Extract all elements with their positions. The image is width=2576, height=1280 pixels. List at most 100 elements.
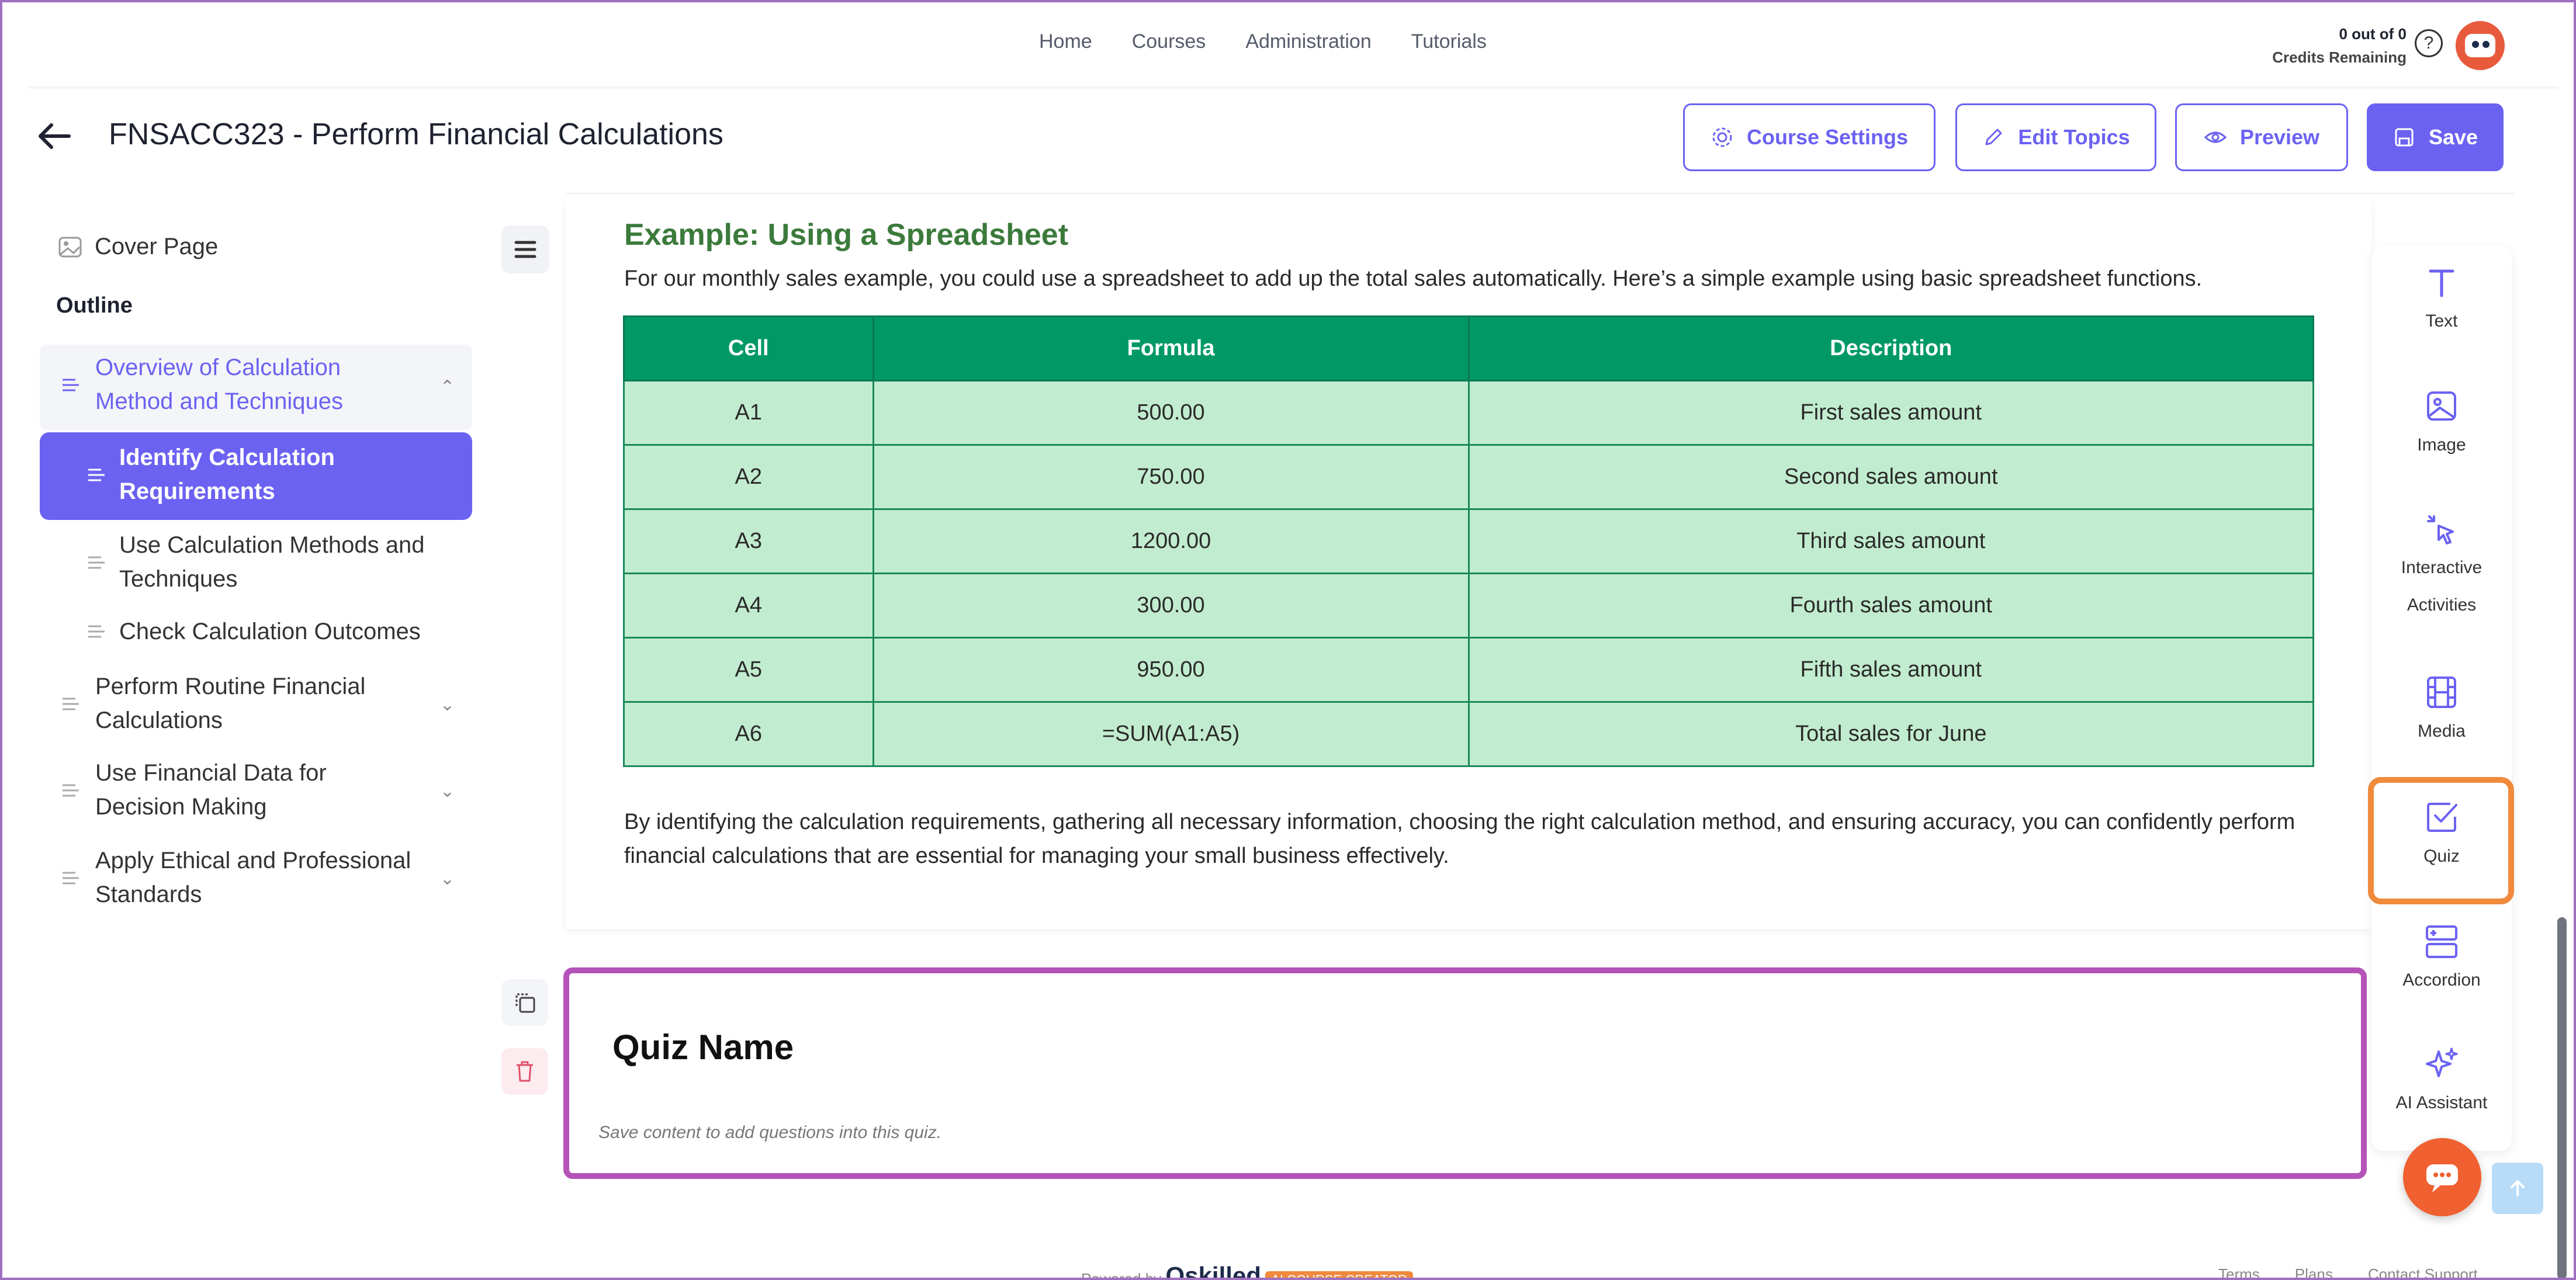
powered-by-text: Powered by [1081, 1270, 1162, 1280]
table-cell: Third sales amount [1467, 508, 2315, 574]
drag-handle-icon [63, 872, 79, 884]
table-cell: 950.00 [872, 637, 1470, 703]
save-disk-icon [2395, 128, 2414, 147]
scroll-to-top-button[interactable] [2492, 1163, 2543, 1214]
example-paragraph: For our monthly sales example, you could… [624, 266, 2203, 291]
drag-handle-icon [88, 469, 105, 481]
example-heading: Example: Using a Spreadsheet [624, 218, 1069, 252]
back-arrow-icon[interactable] [36, 122, 71, 151]
sidebar-item-label: Requirements [119, 478, 275, 504]
quiz-name[interactable]: Quiz Name [612, 1027, 794, 1067]
chat-button[interactable] [2403, 1138, 2481, 1216]
preview-label: Preview [2239, 125, 2320, 149]
table-cell: 750.00 [872, 444, 1470, 510]
nav-administration-link[interactable]: Administration [1245, 30, 1371, 53]
sidebar-item-label: Overview of Calculation [95, 355, 341, 380]
chevron-down-icon[interactable]: ⌄ [440, 862, 455, 896]
footer-plans-link[interactable]: Plans [2295, 1265, 2333, 1280]
chevron-down-icon[interactable]: ⌄ [440, 688, 455, 722]
tool-accordion[interactable]: Accordion [2371, 921, 2512, 999]
sidebar-item-overview[interactable]: Overview of Calculation Method and Techn… [40, 351, 472, 421]
table-cell: A3 [623, 508, 874, 574]
tool-label: Image [2417, 435, 2466, 455]
tool-label: Accordion [2402, 970, 2481, 990]
table-cell: First sales amount [1467, 380, 2315, 446]
image-icon [2427, 391, 2456, 421]
chevron-up-icon[interactable]: ⌃ [440, 370, 455, 404]
sidebar-toggle-button[interactable] [501, 226, 549, 273]
tool-image[interactable]: Image [2371, 386, 2512, 464]
table-cell: 300.00 [872, 573, 1470, 639]
sidebar-item-ethical-standards[interactable]: Apply Ethical and Professional Standards… [40, 844, 472, 914]
edit-topics-button[interactable]: Edit Topics [1955, 103, 2156, 171]
tool-interactive-activities[interactable]: Interactive Activities [2371, 508, 2512, 624]
table-row: A5 950.00 Fifth sales amount [623, 637, 2315, 703]
sidebar-item-label: Method and Techniques [95, 388, 344, 414]
sidebar-item-label: Identify Calculation [119, 445, 335, 470]
chevron-down-icon[interactable]: ⌄ [440, 775, 455, 809]
top-navbar: Home Courses Administration Tutorials 0 … [0, 0, 2576, 88]
help-icon[interactable]: ? [2415, 29, 2443, 57]
sidebar-item-routine-calculations[interactable]: Perform Routine Financial Calculations ⌄ [40, 670, 472, 740]
tool-text[interactable]: Text [2371, 262, 2512, 340]
footer-brand: Powered by Qskilled AI COURSE CREATOR [1081, 1262, 1413, 1280]
tool-media[interactable]: Media [2371, 672, 2512, 750]
course-settings-label: Course Settings [1746, 125, 1909, 149]
sidebar-cover-page-label: Cover Page [95, 234, 219, 259]
save-button[interactable]: Save [2367, 103, 2504, 171]
sidebar-item-label: Use Financial Data for [95, 760, 327, 786]
footer-terms-link[interactable]: Terms [2218, 1265, 2260, 1280]
eye-icon [2204, 131, 2227, 143]
nav-home-link[interactable]: Home [1039, 30, 1092, 53]
quiz-block[interactable]: Quiz Name Save content to add questions … [563, 967, 2367, 1179]
save-label: Save [2428, 125, 2478, 149]
table-cell: Second sales amount [1467, 444, 2315, 510]
table-cell: Fourth sales amount [1467, 573, 2315, 639]
chat-bubble-icon [2426, 1164, 2458, 1192]
hamburger-icon [514, 241, 536, 258]
arrow-up-icon [2511, 1180, 2525, 1196]
table-cell: 1200.00 [872, 508, 1470, 574]
brand-tag: AI COURSE CREATOR [1265, 1271, 1413, 1280]
nav-tutorials-link[interactable]: Tutorials [1411, 30, 1487, 53]
sidebar-item-identify-requirements[interactable]: Identify Calculation Requirements [40, 432, 472, 520]
nav-courses-link[interactable]: Courses [1132, 30, 1206, 53]
brand-logo[interactable]: Qskilled [1166, 1262, 1261, 1280]
sidebar-item-use-methods[interactable]: Use Calculation Methods and Techniques [40, 528, 472, 598]
course-settings-button[interactable]: Course Settings [1683, 103, 1936, 171]
sidebar-item-check-outcomes[interactable]: Check Calculation Outcomes [40, 615, 472, 650]
main-nav: Home Courses Administration Tutorials [1039, 30, 1487, 53]
column-header: Description [1467, 315, 2315, 381]
sidebar-item-label: Apply Ethical and Professional [95, 848, 411, 873]
footer-contact-link[interactable]: Contact Support [2368, 1265, 2478, 1280]
tool-label: Interactive [2401, 558, 2482, 577]
tool-label: Media [2418, 721, 2466, 741]
delete-block-button[interactable] [501, 1048, 548, 1095]
vertical-scrollbar[interactable] [2557, 917, 2567, 1279]
sidebar-item-financial-data[interactable]: Use Financial Data for Decision Making ⌄ [40, 756, 472, 826]
avatar[interactable] [2456, 21, 2505, 70]
table-cell: A2 [623, 444, 874, 510]
credits-label: Credits Remaining [2272, 48, 2407, 66]
table-row: A6 =SUM(A1:A5) Total sales for June [623, 701, 2315, 767]
drag-handle-icon [88, 625, 105, 638]
pencil-icon [1985, 129, 2002, 145]
credits-display: 0 out of 0 Credits Remaining [2255, 22, 2407, 69]
table-cell: Fifth sales amount [1467, 637, 2315, 703]
sidebar-cover-page[interactable]: Cover Page [58, 234, 218, 260]
tool-ai-assistant[interactable]: AI Assistant [2371, 1043, 2512, 1122]
image-icon [58, 237, 82, 257]
drag-handle-icon [63, 698, 79, 710]
table-cell: A4 [623, 573, 874, 639]
gear-icon [1712, 127, 1732, 147]
closing-paragraph: By identifying the calculation requireme… [624, 810, 2295, 868]
film-icon [2427, 677, 2456, 708]
copy-icon [515, 993, 535, 1013]
duplicate-block-button[interactable] [501, 979, 548, 1026]
sidebar-item-label: Decision Making [95, 794, 267, 820]
sparkles-icon [2426, 1047, 2458, 1077]
preview-button[interactable]: Preview [2175, 103, 2348, 171]
table-row: A4 300.00 Fourth sales amount [623, 573, 2315, 639]
table-row: A3 1200.00 Third sales amount [623, 508, 2315, 574]
edit-topics-label: Edit Topics [2018, 125, 2130, 149]
